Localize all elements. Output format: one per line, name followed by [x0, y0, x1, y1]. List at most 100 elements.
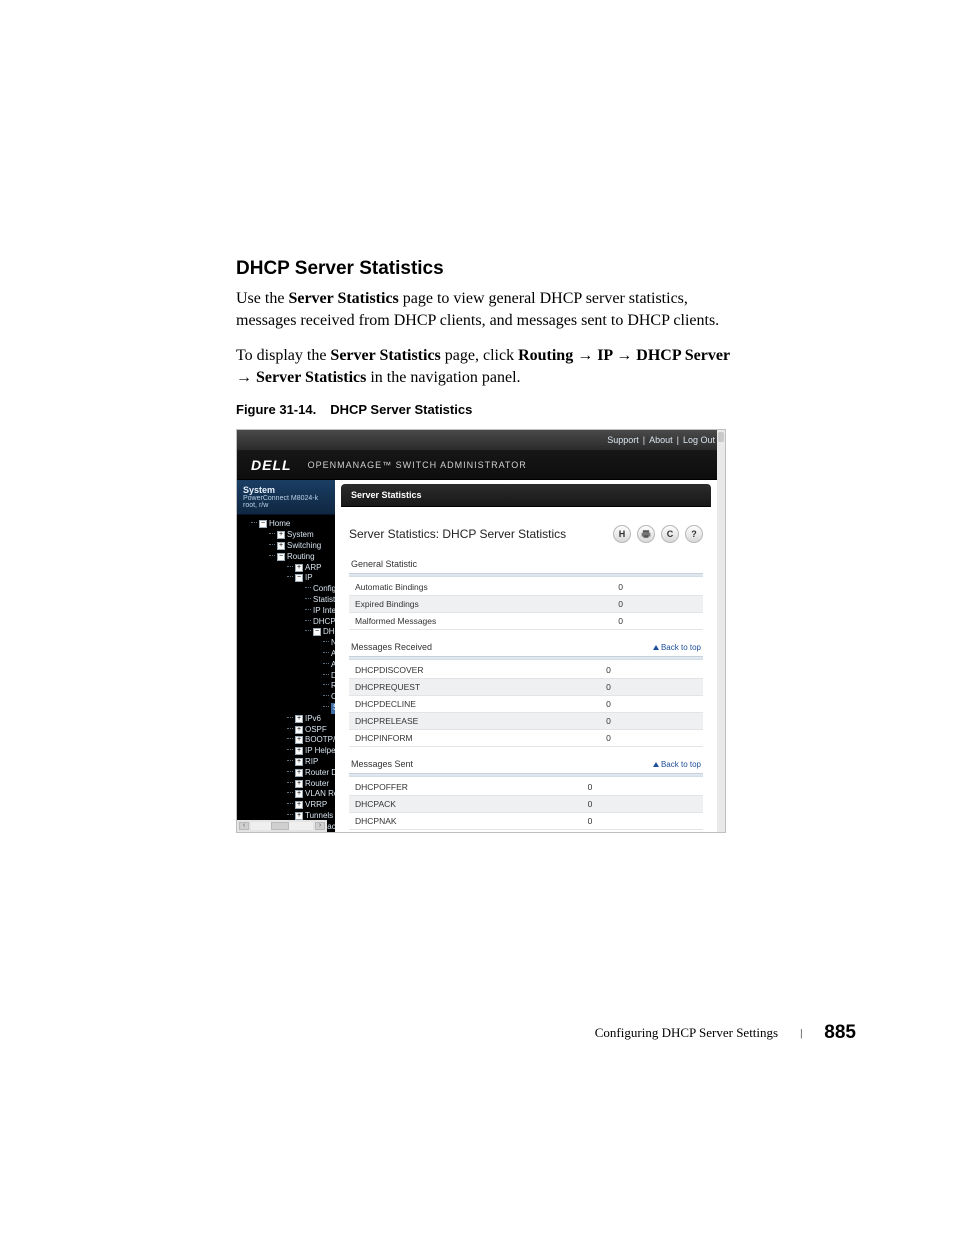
toggle-icon[interactable] — [295, 574, 303, 582]
stat-label: DHCPREQUEST — [349, 679, 566, 696]
stat-value: 0 — [566, 713, 703, 730]
nav-vrrp[interactable]: VRRP — [305, 800, 327, 809]
scroll-right-icon[interactable]: › — [315, 822, 325, 830]
stat-value: 0 — [548, 813, 703, 830]
triangle-up-icon — [653, 762, 659, 767]
table-row: DHCPOFFER0 — [349, 779, 703, 796]
nav-switching[interactable]: Switching — [287, 541, 321, 550]
header-links: Support | About | Log Out — [237, 430, 725, 450]
nav-routing[interactable]: Routing — [287, 552, 315, 561]
stat-value: 0 — [548, 779, 703, 796]
nav-ospf[interactable]: OSPF — [305, 725, 327, 734]
nav-ipv6[interactable]: IPv6 — [305, 714, 321, 723]
stat-label: Automatic Bindings — [349, 579, 578, 596]
section-heading: DHCP Server Statistics — [236, 258, 736, 280]
stat-label: Expired Bindings — [349, 596, 578, 613]
printer-icon — [641, 529, 651, 539]
triangle-up-icon — [653, 645, 659, 650]
brand-title: OPENMANAGE™ SWITCH ADMINISTRATOR — [308, 460, 527, 470]
print-icon[interactable] — [637, 525, 655, 543]
stat-value: 0 — [578, 596, 703, 613]
table-row: Malformed Messages0 — [349, 613, 703, 630]
screenshot: Support | About | Log Out DELL OPENMANAG… — [236, 429, 726, 833]
stat-value: 0 — [566, 696, 703, 713]
nav-router-disc[interactable]: Router Discovery — [305, 768, 335, 777]
stat-value: 0 — [578, 613, 703, 630]
table-row: DHCPDISCOVER0 — [349, 662, 703, 679]
toggle-icon[interactable] — [295, 790, 303, 798]
back-to-top-link[interactable]: Back to top — [653, 643, 701, 652]
nav-tunnels[interactable]: Tunnels — [305, 811, 333, 820]
general-table: Automatic Bindings0 Expired Bindings0 Ma… — [349, 579, 703, 630]
scroll-thumb[interactable] — [271, 822, 289, 830]
stat-value: 0 — [548, 796, 703, 813]
stat-label: DHCPDECLINE — [349, 696, 566, 713]
back-to-top-link[interactable]: Back to top — [653, 760, 701, 769]
toggle-icon[interactable] — [295, 758, 303, 766]
help-icon[interactable]: ? — [685, 525, 703, 543]
paragraph-2: To display the Server Statistics page, c… — [236, 345, 736, 388]
toggle-icon[interactable] — [295, 726, 303, 734]
toggle-icon[interactable] — [295, 736, 303, 744]
toggle-icon[interactable] — [295, 812, 303, 820]
stat-value: 0 — [566, 662, 703, 679]
link-logout[interactable]: Log Out — [683, 435, 715, 445]
nav-ip-helper[interactable]: IP Helper — [305, 746, 335, 755]
nav-ip-interface[interactable]: IP Interface Conf — [313, 606, 335, 615]
toggle-icon[interactable] — [295, 801, 303, 809]
table-row: Expired Bindings0 — [349, 596, 703, 613]
separator: | — [643, 435, 645, 445]
toggle-icon[interactable] — [295, 747, 303, 755]
received-table: DHCPDISCOVER0 DHCPREQUEST0 DHCPDECLINE0 … — [349, 662, 703, 747]
section-heading-received: Messages Received — [351, 642, 432, 652]
sidebar-h-scrollbar[interactable]: ‹ › — [237, 820, 327, 832]
nav-configuration[interactable]: Configuration — [313, 584, 335, 593]
toggle-icon[interactable] — [277, 553, 285, 561]
main-panel: Server Statistics Server Statistics: DHC… — [335, 480, 717, 832]
nav-ip[interactable]: IP — [305, 573, 313, 582]
scroll-thumb[interactable] — [718, 432, 724, 442]
nav-tree[interactable]: Home System Switching Routing ARP IP — [237, 515, 335, 832]
figure-caption: Figure 31-14.DHCP Server Statistics — [236, 402, 736, 417]
nav-statistics[interactable]: Statistics — [313, 595, 335, 604]
table-row: DHCPACK0 — [349, 796, 703, 813]
refresh-icon[interactable]: C — [661, 525, 679, 543]
toggle-icon[interactable] — [277, 542, 285, 550]
toggle-icon[interactable] — [277, 531, 285, 539]
scroll-left-icon[interactable]: ‹ — [239, 822, 249, 830]
page-footer: Configuring DHCP Server Settings | 885 — [0, 1022, 954, 1044]
table-row: DHCPINFORM0 — [349, 730, 703, 747]
footer-chapter: Configuring DHCP Server Settings — [595, 1025, 778, 1041]
toggle-icon[interactable] — [295, 780, 303, 788]
toggle-icon[interactable] — [259, 520, 267, 528]
section-heading-general: General Statistic — [351, 559, 417, 569]
section-general: General Statistic Automatic Bindings0 Ex… — [349, 555, 703, 630]
nav-router[interactable]: Router — [305, 779, 329, 788]
save-icon[interactable]: H — [613, 525, 631, 543]
toggle-icon[interactable] — [313, 628, 321, 636]
stat-value: 0 — [578, 579, 703, 596]
nav-home[interactable]: Home — [269, 519, 290, 528]
nav-dhcp-server[interactable]: DHCP Server — [323, 627, 335, 636]
stat-label: DHCPACK — [349, 796, 548, 813]
toggle-icon[interactable] — [295, 715, 303, 723]
main-v-scrollbar[interactable] — [717, 430, 725, 832]
section-heading-sent: Messages Sent — [351, 759, 413, 769]
stat-label: Malformed Messages — [349, 613, 578, 630]
nav-arp[interactable]: ARP — [305, 563, 321, 572]
table-row: Automatic Bindings0 — [349, 579, 703, 596]
toggle-icon[interactable] — [295, 564, 303, 572]
toggle-icon[interactable] — [295, 769, 303, 777]
nav-system[interactable]: System — [287, 530, 314, 539]
link-about[interactable]: About — [649, 435, 673, 445]
link-support[interactable]: Support — [607, 435, 639, 445]
stat-label: DHCPINFORM — [349, 730, 566, 747]
nav-dhcp-client[interactable]: DHCP Client Lea — [313, 617, 335, 626]
stat-label: DHCPOFFER — [349, 779, 548, 796]
nav-vlan-routing[interactable]: VLAN Routing — [305, 789, 335, 798]
sidebar-header: System PowerConnect M8024-k root, r/w — [237, 480, 335, 515]
nav-rip[interactable]: RIP — [305, 757, 318, 766]
nav-bootp[interactable]: BOOTP/DHCP Relay — [305, 735, 335, 744]
stat-value: 0 — [566, 730, 703, 747]
sent-table: DHCPOFFER0 DHCPACK0 DHCPNAK0 — [349, 779, 703, 830]
